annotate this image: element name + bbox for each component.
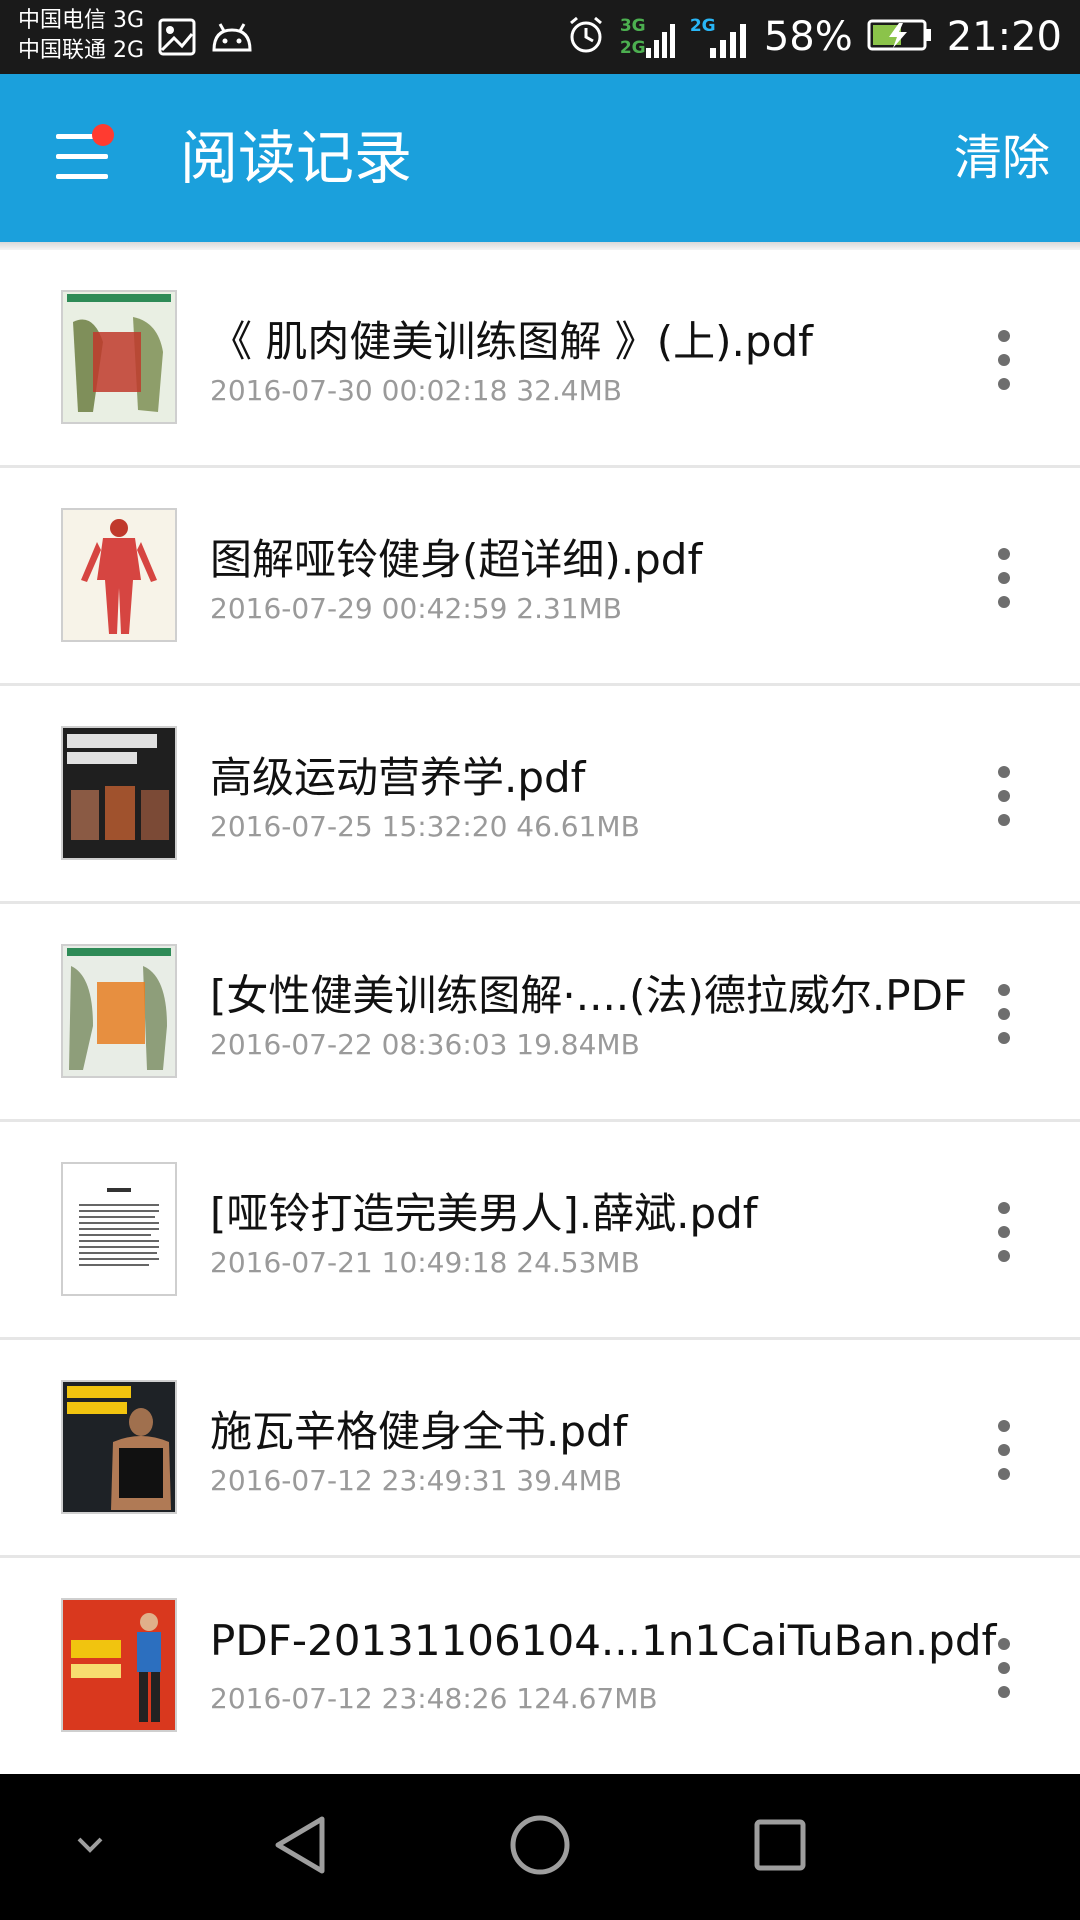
book-cover-thumbnail bbox=[61, 1162, 177, 1296]
app-bar-shadow bbox=[0, 242, 1080, 250]
android-debug-icon bbox=[210, 22, 254, 56]
recents-button[interactable] bbox=[720, 1774, 840, 1920]
book-meta: 2016-07-29 00:42:59 2.31MB bbox=[210, 592, 622, 625]
recents-square-icon bbox=[753, 1818, 807, 1876]
list-item[interactable]: 施瓦辛格健身全书.pdf 2016-07-12 23:49:31 39.4MB bbox=[0, 1340, 1080, 1558]
list-item[interactable]: [哑铃打造完美男人].薛斌.pdf 2016-07-21 10:49:18 24… bbox=[0, 1122, 1080, 1340]
sim1-network-type-2: 2G bbox=[619, 38, 646, 58]
book-title: 《 肌肉健美训练图解 》(上).pdf bbox=[210, 317, 813, 366]
list-item[interactable]: 图解哑铃健身(超详细).pdf 2016-07-29 00:42:59 2.31… bbox=[0, 468, 1080, 686]
list-item[interactable]: 高级运动营养学.pdf 2016-07-25 15:32:20 46.61MB bbox=[0, 686, 1080, 904]
book-title: [哑铃打造完美男人].薛斌.pdf bbox=[210, 1189, 758, 1238]
book-cover-thumbnail bbox=[61, 1380, 177, 1514]
book-title: PDF-20131106104...1n1CaiTuBan.pdf bbox=[210, 1616, 997, 1665]
sim1-network-type: 3G bbox=[619, 16, 646, 36]
carrier-2: 中国联通 2G bbox=[18, 38, 145, 63]
book-meta: 2016-07-25 15:32:20 46.61MB bbox=[210, 810, 640, 843]
home-circle-icon bbox=[509, 1814, 571, 1880]
book-meta: 2016-07-12 23:48:26 124.67MB bbox=[210, 1682, 658, 1715]
book-title: [女性健美训练图解·....(法)德拉威尔.PDF bbox=[210, 971, 968, 1020]
book-meta: 2016-07-12 23:49:31 39.4MB bbox=[210, 1464, 622, 1497]
image-notification-icon bbox=[158, 18, 196, 60]
status-right: 3G 2G 2G 58% 21:20 bbox=[566, 0, 1062, 74]
list-item[interactable]: PDF-20131106104...1n1CaiTuBan.pdf 2016-0… bbox=[0, 1558, 1080, 1776]
carrier-info: 中国电信 3G 中国联通 2G bbox=[18, 6, 144, 66]
book-cover-thumbnail bbox=[61, 726, 177, 860]
book-meta: 2016-07-30 00:02:18 32.4MB bbox=[210, 374, 622, 407]
clear-button[interactable]: 清除 bbox=[954, 74, 1050, 242]
carrier-1: 中国电信 3G bbox=[18, 8, 145, 33]
more-options-icon[interactable] bbox=[984, 1634, 1024, 1704]
reading-history-list: 《 肌肉健美训练图解 》(上).pdf 2016-07-30 00:02:18 … bbox=[0, 250, 1080, 1776]
app-bar: 阅读记录 清除 bbox=[0, 74, 1080, 242]
more-options-icon[interactable] bbox=[984, 326, 1024, 396]
book-meta: 2016-07-22 08:36:03 19.84MB bbox=[210, 1028, 640, 1061]
navigation-bar bbox=[0, 1774, 1080, 1920]
book-cover-thumbnail bbox=[61, 508, 177, 642]
signal-sim1-icon: 3G 2G bbox=[620, 12, 676, 62]
page-title: 阅读记录 bbox=[180, 124, 413, 192]
book-meta: 2016-07-21 10:49:18 24.53MB bbox=[210, 1246, 640, 1279]
battery-charging-icon bbox=[867, 18, 933, 56]
back-button[interactable] bbox=[240, 1774, 360, 1920]
back-triangle-icon bbox=[272, 1815, 328, 1879]
chevron-down-icon bbox=[75, 1835, 105, 1859]
more-options-icon[interactable] bbox=[984, 544, 1024, 614]
alarm-icon bbox=[566, 15, 606, 59]
clock: 21:20 bbox=[946, 14, 1062, 60]
book-cover-thumbnail bbox=[61, 944, 177, 1078]
hide-nav-button[interactable] bbox=[30, 1774, 150, 1920]
home-button[interactable] bbox=[480, 1774, 600, 1920]
book-cover-thumbnail bbox=[61, 290, 177, 424]
list-item[interactable]: [女性健美训练图解·....(法)德拉威尔.PDF 2016-07-22 08:… bbox=[0, 904, 1080, 1122]
signal-sim2-icon: 2G bbox=[690, 12, 750, 62]
notification-dot bbox=[92, 124, 114, 146]
more-options-icon[interactable] bbox=[984, 762, 1024, 832]
book-cover-thumbnail bbox=[61, 1598, 177, 1732]
battery-percent: 58% bbox=[763, 14, 853, 60]
book-title: 施瓦辛格健身全书.pdf bbox=[210, 1407, 628, 1456]
menu-button[interactable] bbox=[50, 124, 114, 190]
status-bar: 中国电信 3G 中国联通 2G 3G 2G 2G 58% 21:20 bbox=[0, 0, 1080, 74]
list-item[interactable]: 《 肌肉健美训练图解 》(上).pdf 2016-07-30 00:02:18 … bbox=[0, 250, 1080, 468]
more-options-icon[interactable] bbox=[984, 980, 1024, 1050]
more-options-icon[interactable] bbox=[984, 1198, 1024, 1268]
book-title: 图解哑铃健身(超详细).pdf bbox=[210, 535, 703, 584]
more-options-icon[interactable] bbox=[984, 1416, 1024, 1486]
book-title: 高级运动营养学.pdf bbox=[210, 753, 586, 802]
